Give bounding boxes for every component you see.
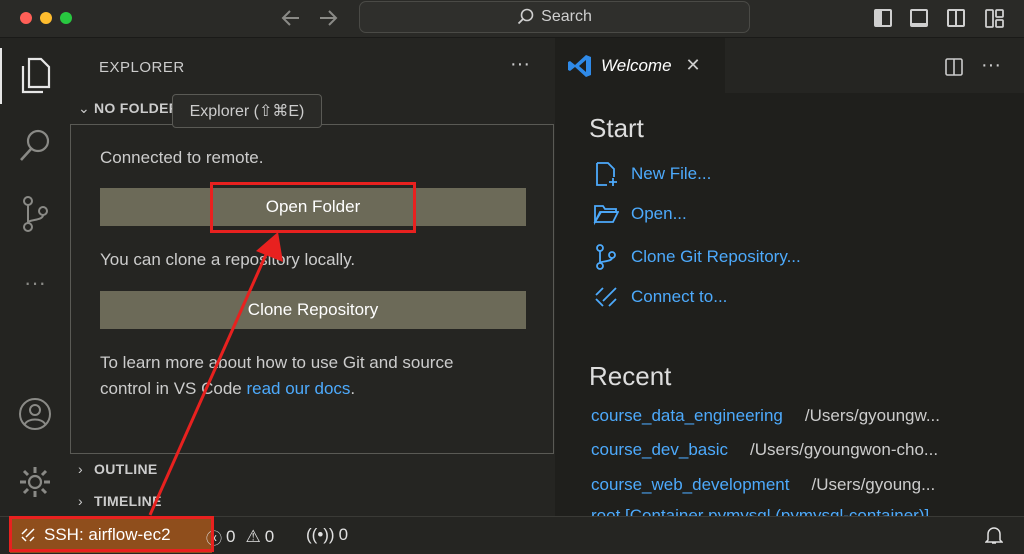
annotation-arrow [148, 232, 283, 516]
